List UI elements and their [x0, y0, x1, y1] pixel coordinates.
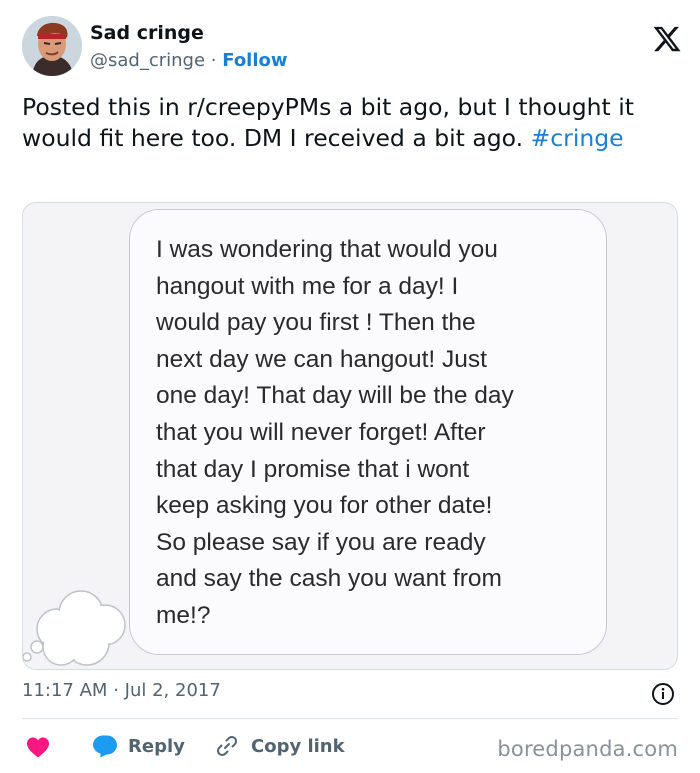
hashtag-link[interactable]: #cringe	[531, 124, 624, 152]
reply-button[interactable]: Reply	[92, 732, 185, 760]
watermark-text: boredpanda.com	[497, 737, 678, 761]
tweet-media-image[interactable]: I was wondering that would you hangout w…	[22, 202, 678, 670]
x-logo-icon[interactable]	[652, 24, 682, 54]
dm-message-text: I was wondering that would you hangout w…	[156, 232, 596, 635]
dm-line: one day! That day will be the day	[156, 382, 514, 410]
dm-line: that you will never forget! After	[156, 418, 486, 446]
tweet-time: 11:17 AM	[22, 680, 108, 701]
link-icon	[217, 736, 237, 756]
copy-link-label: Copy link	[251, 735, 345, 757]
dm-line: that day I promise that i wont	[156, 455, 470, 483]
reply-bubble-icon	[93, 735, 117, 758]
dm-line: me!?	[156, 601, 211, 629]
author-handle[interactable]: @sad_cringe	[90, 50, 205, 71]
dm-line: So please say if you are ready	[156, 528, 486, 556]
dm-line: and say the cash you want from	[156, 565, 502, 593]
author-name[interactable]: Sad cringe	[90, 22, 204, 44]
follow-button[interactable]: Follow	[222, 50, 287, 71]
reply-label: Reply	[128, 735, 185, 757]
dm-line: keep asking you for other date!	[156, 492, 493, 520]
tweet-date: Jul 2, 2017	[124, 680, 221, 701]
copy-link-button[interactable]: Copy link	[215, 732, 345, 760]
meta-separator: ·	[210, 50, 217, 71]
tweet-timestamp[interactable]: 11:17 AM · Jul 2, 2017	[22, 680, 221, 701]
avatar[interactable]	[22, 16, 82, 76]
dm-line: hangout with me for a day! I	[156, 272, 459, 300]
info-icon[interactable]	[651, 682, 675, 706]
tweet-header: Sad cringe @sad_cringe · Follow	[22, 16, 682, 76]
dm-line: I was wondering that would you	[156, 236, 498, 263]
timestamp-separator: ·	[113, 680, 119, 701]
author-meta: @sad_cringe · Follow	[90, 50, 288, 71]
tweet-text: Posted this in r/creepyPMs a bit ago, bu…	[22, 92, 682, 154]
tweet-actions: Reply Copy link boredpanda.com	[22, 728, 682, 764]
dm-line: next day we can hangout! Just	[156, 345, 487, 373]
dm-line: would pay you first ! Then the	[156, 309, 476, 337]
dm-message-bubble: I was wondering that would you hangout w…	[129, 209, 607, 655]
heart-icon[interactable]	[26, 736, 50, 758]
divider	[22, 718, 678, 719]
thought-cloud-icon	[23, 590, 126, 666]
